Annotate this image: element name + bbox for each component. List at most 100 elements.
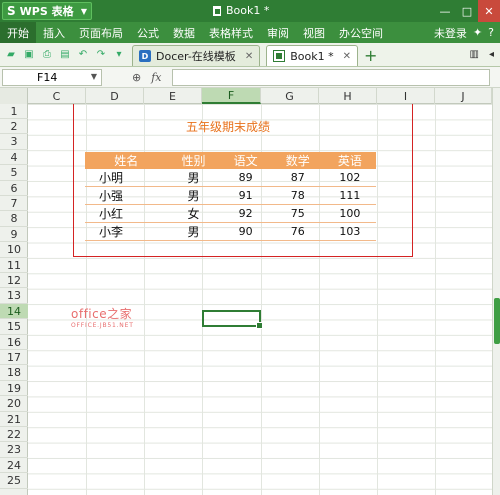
spreadsheet-grid[interactable]: C D E F G H I J 1 2 3 4 5 6 7 8 9 10 11 … <box>0 88 492 495</box>
header-math[interactable]: 数学 <box>271 152 324 169</box>
close-tab-icon[interactable]: ✕ <box>245 51 253 62</box>
select-all-corner[interactable] <box>0 88 28 104</box>
row-header[interactable]: 4 <box>0 150 28 166</box>
maximize-button[interactable]: □ <box>456 0 478 22</box>
row-header[interactable]: 23 <box>0 443 28 458</box>
menu-home[interactable]: 开始 <box>0 22 36 43</box>
cell-name[interactable]: 小明 <box>85 169 168 187</box>
row-header[interactable]: 7 <box>0 196 28 212</box>
row-header[interactable]: 11 <box>0 258 28 273</box>
login-link[interactable]: 未登录 <box>434 25 467 41</box>
cell-chinese[interactable]: 92 <box>219 204 272 223</box>
name-box[interactable]: F14 ▼ <box>2 68 102 86</box>
column-header-j[interactable]: J <box>435 88 492 104</box>
print-preview-icon[interactable]: ▤ <box>58 47 72 61</box>
header-english[interactable]: 英语 <box>323 152 376 169</box>
menu-data[interactable]: 数据 <box>166 22 202 43</box>
menu-office-space[interactable]: 办公空间 <box>332 22 390 43</box>
column-header-c[interactable]: C <box>28 88 86 104</box>
cell-chinese[interactable]: 89 <box>219 169 272 187</box>
new-tab-button[interactable]: + <box>364 45 377 66</box>
row-header[interactable]: 25 <box>0 474 28 489</box>
cell-chinese[interactable]: 91 <box>219 186 272 205</box>
cell-gender[interactable]: 男 <box>167 169 220 187</box>
column-header-h[interactable]: H <box>319 88 377 104</box>
row-header[interactable]: 3 <box>0 135 28 150</box>
cell-name[interactable]: 小强 <box>85 186 168 205</box>
layout-icon[interactable]: ▥ <box>470 49 479 60</box>
row-header[interactable]: 8 <box>0 212 28 227</box>
cell-math[interactable]: 78 <box>271 186 324 205</box>
skin-icon[interactable]: ✦ <box>473 26 482 39</box>
cell-gender[interactable]: 男 <box>167 186 220 205</box>
menu-page-layout[interactable]: 页面布局 <box>72 22 130 43</box>
vertical-scrollbar[interactable] <box>492 88 500 495</box>
row-header[interactable]: 15 <box>0 320 28 335</box>
row-header[interactable]: 19 <box>0 381 28 397</box>
cell-gender[interactable]: 男 <box>167 222 220 241</box>
close-button[interactable]: ✕ <box>478 0 500 22</box>
header-gender[interactable]: 性别 <box>167 152 220 169</box>
redo-icon[interactable]: ↷ <box>94 47 108 61</box>
caret-down-icon[interactable]: ▼ <box>91 72 97 81</box>
sheet-title[interactable]: 五年级期末成绩 <box>158 118 298 135</box>
tab-book1[interactable]: Book1 * ✕ <box>266 45 358 66</box>
chevron-down-icon[interactable]: ▾ <box>112 47 126 61</box>
cell-math[interactable]: 87 <box>271 169 324 187</box>
cell-math[interactable]: 75 <box>271 204 324 223</box>
header-chinese[interactable]: 语文 <box>219 152 272 169</box>
help-icon[interactable]: ? <box>488 26 494 39</box>
cell-name[interactable]: 小李 <box>85 222 168 241</box>
row-header[interactable]: 18 <box>0 366 28 381</box>
row-header[interactable]: 22 <box>0 427 28 443</box>
row-header[interactable]: 12 <box>0 273 28 289</box>
cell-english[interactable]: 102 <box>323 169 376 187</box>
formula-input[interactable] <box>171 68 490 86</box>
row-header[interactable]: 24 <box>0 458 28 474</box>
cell-english[interactable]: 100 <box>323 204 376 223</box>
column-header-e[interactable]: E <box>144 88 202 104</box>
print-icon[interactable]: ⎙ <box>40 47 54 61</box>
cell-chinese[interactable]: 90 <box>219 222 272 241</box>
wps-app-menu-button[interactable]: S WPS 表格 ▼ <box>2 2 92 20</box>
header-name[interactable]: 姓名 <box>85 152 168 169</box>
row-header[interactable]: 17 <box>0 350 28 366</box>
chevron-left-icon[interactable]: ◂ <box>489 49 494 60</box>
row-header[interactable]: 9 <box>0 227 28 243</box>
row-header[interactable]: 5 <box>0 166 28 181</box>
column-header-g[interactable]: G <box>261 88 319 104</box>
row-header[interactable]: 13 <box>0 289 28 304</box>
row-header-selected[interactable]: 14 <box>0 304 28 320</box>
selected-cell-f14[interactable] <box>202 310 263 329</box>
menu-formulas[interactable]: 公式 <box>130 22 166 43</box>
row-header[interactable]: 16 <box>0 335 28 350</box>
close-tab-icon[interactable]: ✕ <box>343 51 351 62</box>
zoom-icon[interactable]: ⊕ <box>132 71 141 84</box>
row-header[interactable]: 6 <box>0 181 28 196</box>
save-icon[interactable]: ▣ <box>22 47 36 61</box>
row-header[interactable]: 20 <box>0 397 28 412</box>
cell-math[interactable]: 76 <box>271 222 324 241</box>
column-header-d[interactable]: D <box>86 88 144 104</box>
menu-insert[interactable]: 插入 <box>36 22 72 43</box>
column-header-f[interactable]: F <box>202 88 261 104</box>
cell-name[interactable]: 小红 <box>85 204 168 223</box>
minimize-button[interactable]: — <box>434 0 456 22</box>
open-folder-icon[interactable]: ▰ <box>4 47 18 61</box>
row-header[interactable]: 1 <box>0 104 28 119</box>
menu-view[interactable]: 视图 <box>296 22 332 43</box>
cell-english[interactable]: 111 <box>323 186 376 205</box>
row-header[interactable]: 21 <box>0 412 28 427</box>
tab-docer-templates[interactable]: D Docer-在线模板 ✕ <box>132 45 261 66</box>
cell-gender[interactable]: 女 <box>167 204 220 223</box>
row-header[interactable]: 2 <box>0 119 28 135</box>
undo-icon[interactable]: ↶ <box>76 47 90 61</box>
cell-area[interactable]: 五年级期末成绩 姓名 性别 语文 数学 英语 小明 男 89 87 102 小强… <box>28 104 492 495</box>
menu-table-style[interactable]: 表格样式 <box>202 22 260 43</box>
column-header-i[interactable]: I <box>377 88 435 104</box>
scrollbar-thumb[interactable] <box>494 298 500 344</box>
cell-english[interactable]: 103 <box>323 222 376 241</box>
row-header[interactable]: 10 <box>0 243 28 258</box>
insert-function-button[interactable]: fx <box>151 71 161 84</box>
menu-review[interactable]: 审阅 <box>260 22 296 43</box>
